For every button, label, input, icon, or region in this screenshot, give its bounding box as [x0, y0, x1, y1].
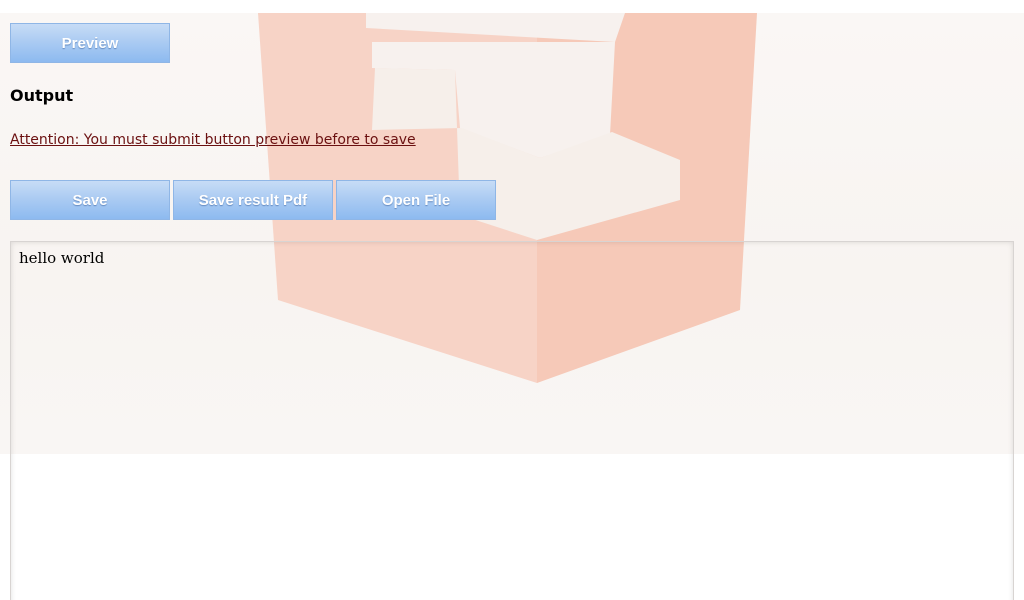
output-heading: Output: [10, 86, 74, 105]
page: Preview Output Attention: You must submi…: [0, 0, 1024, 600]
output-area[interactable]: hello world: [10, 241, 1014, 600]
preview-button[interactable]: Preview: [10, 23, 170, 63]
attention-link[interactable]: Attention: You must submit button previe…: [10, 132, 416, 148]
open-file-button[interactable]: Open File: [336, 180, 496, 220]
save-button[interactable]: Save: [10, 180, 170, 220]
output-content: hello world: [19, 249, 105, 267]
save-result-pdf-button[interactable]: Save result Pdf: [173, 180, 333, 220]
